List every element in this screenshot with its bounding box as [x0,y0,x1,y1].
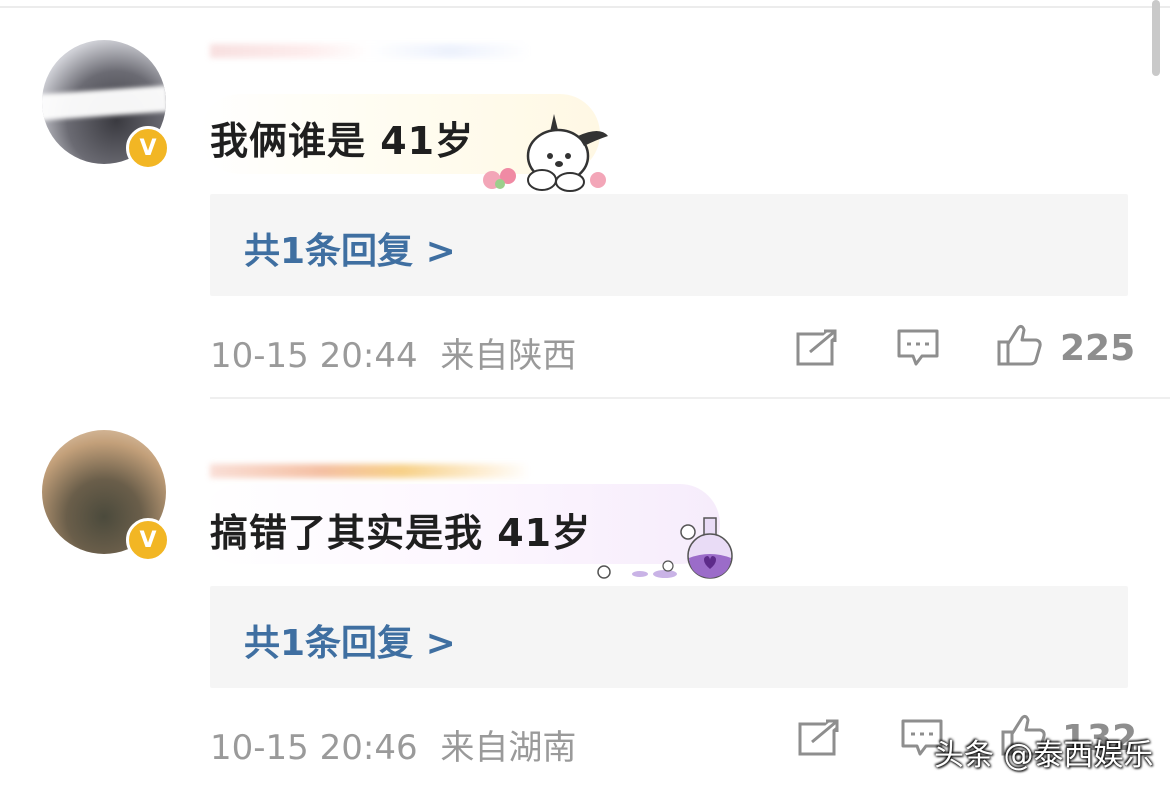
comment-text: 我俩谁是 41岁 [210,119,475,163]
reply-thread-link[interactable]: 共1条回复 > [210,194,1128,296]
comment-divider [210,397,1170,399]
reply-count-label: 共1条回复 > [244,231,456,272]
comment-meta: 10-15 20:44 来自陕西 [210,328,576,377]
share-icon[interactable] [796,328,840,368]
reply-count-label: 共1条回复 > [244,623,456,664]
location: 来自陕西 [440,336,577,376]
scrollbar[interactable] [1152,0,1160,76]
timestamp: 10-15 20:46 [210,728,418,768]
comment-icon[interactable] [896,328,940,368]
timestamp: 10-15 20:44 [210,336,418,376]
like-count: 225 [1060,328,1136,369]
share-icon[interactable] [798,718,842,758]
puppy-sticker-icon [483,114,608,192]
potion-bottle-sticker-icon [597,517,733,579]
thumbs-up-icon[interactable] [996,322,1044,368]
comment-text: 搞错了其实是我 41岁 [210,511,592,555]
verified-badge-icon: V [126,126,170,170]
username-redacted[interactable] [210,44,530,58]
top-divider [0,6,1170,8]
watermark: 头条 @泰西娱乐 [934,738,1154,773]
comment-list-page: V 我俩谁是 41岁 共1条回复 > 10-15 20:44 来自陕西 225 … [0,0,1170,787]
comment-meta: 10-15 20:46 来自湖南 [210,720,576,769]
avatar-redaction [42,85,166,121]
username-redacted[interactable] [210,464,530,478]
location: 来自湖南 [440,728,577,768]
verified-badge-icon: V [126,518,170,562]
reply-thread-link[interactable]: 共1条回复 > [210,586,1128,688]
